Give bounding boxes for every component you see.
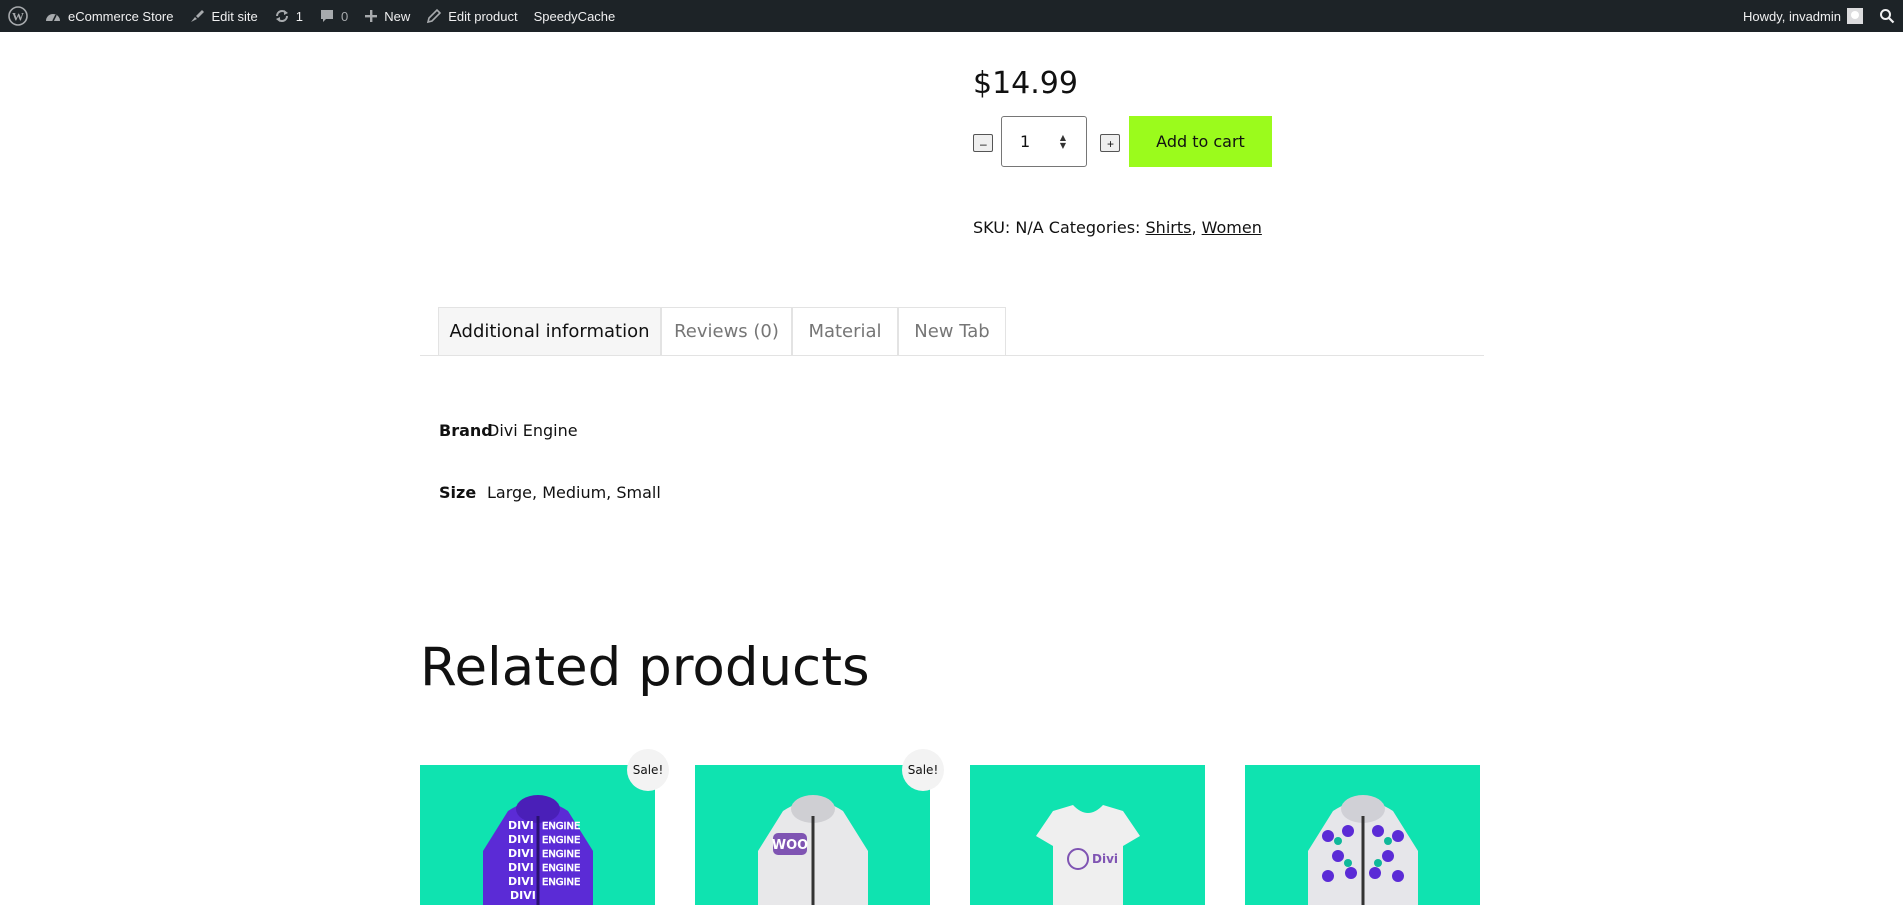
site-name: eCommerce Store bbox=[68, 8, 174, 24]
brush-icon bbox=[191, 10, 205, 22]
svg-text:ENGINE: ENGINE bbox=[542, 835, 580, 846]
attribute-value: Large, Medium, Small bbox=[487, 483, 661, 502]
category-separator: , bbox=[1191, 218, 1202, 237]
updates-icon bbox=[275, 10, 288, 22]
add-to-cart-button[interactable]: Add to cart bbox=[1129, 116, 1272, 167]
search-item[interactable] bbox=[1871, 0, 1903, 32]
product-tabs: Additional information Reviews (0) Mater… bbox=[420, 307, 1484, 356]
tab-additional-information[interactable]: Additional information bbox=[438, 307, 661, 355]
spinner-arrows-icon[interactable]: ▲ ▼ bbox=[1060, 134, 1066, 150]
attribute-value: Divi Engine bbox=[487, 421, 578, 440]
avatar bbox=[1847, 8, 1863, 24]
svg-text:ENGINE: ENGINE bbox=[542, 821, 580, 832]
comments-item[interactable]: 0 bbox=[311, 0, 356, 32]
attribute-name: Size bbox=[439, 483, 477, 502]
search-icon bbox=[1880, 9, 1895, 24]
sale-badge: Sale! bbox=[627, 749, 669, 791]
related-product-card[interactable]: Divi bbox=[970, 765, 1205, 905]
svg-text:ENGINE: ENGINE bbox=[542, 877, 580, 888]
plus-icon bbox=[365, 10, 378, 22]
category-link-women[interactable]: Women bbox=[1202, 218, 1262, 237]
tab-material[interactable]: Material bbox=[792, 307, 898, 355]
attribute-row-size: Size bbox=[439, 483, 476, 502]
svg-text:ENGINE: ENGINE bbox=[542, 849, 580, 860]
patterned-hoodie-image bbox=[1307, 795, 1418, 905]
sale-badge: Sale! bbox=[902, 749, 944, 791]
svg-text:ENGINE: ENGINE bbox=[542, 863, 580, 874]
admin-bar-right: Howdy, invadmin bbox=[1735, 0, 1903, 32]
product-price: $14.99 bbox=[973, 66, 1078, 101]
category-link-shirts[interactable]: Shirts bbox=[1146, 218, 1192, 237]
attribute-name: Brand bbox=[439, 421, 493, 440]
attribute-row-brand: Brand bbox=[439, 421, 493, 440]
edit-site-label: Edit site bbox=[211, 8, 258, 24]
updates-count: 1 bbox=[295, 8, 303, 24]
white-divi-tshirt-image: Divi bbox=[1035, 805, 1140, 905]
quantity-increase-button[interactable]: + bbox=[1100, 134, 1120, 152]
new-label: New bbox=[384, 8, 411, 24]
sku-categories-text: SKU: N/A Categories: bbox=[973, 218, 1146, 237]
svg-text:DIVI: DIVI bbox=[508, 847, 534, 860]
tab-new-tab[interactable]: New Tab bbox=[898, 307, 1006, 355]
updates-item[interactable]: 1 bbox=[266, 0, 311, 32]
pencil-icon bbox=[427, 8, 442, 24]
wordpress-logo-icon[interactable]: W bbox=[0, 0, 36, 32]
speedycache-item[interactable]: SpeedyCache bbox=[526, 0, 624, 32]
admin-bar: W eCommerce Store Edit site 1 0 New Edit… bbox=[0, 0, 1903, 32]
edit-product-label: Edit product bbox=[448, 8, 518, 24]
svg-text:W: W bbox=[12, 10, 24, 24]
comments-count: 0 bbox=[340, 8, 349, 24]
site-name-item[interactable]: eCommerce Store bbox=[36, 0, 181, 32]
new-content-item[interactable]: New bbox=[356, 0, 418, 32]
purple-hoodie-image: DIVIDIVIDIVIDIVIDIVIDIVI ENGINEENGINEENG… bbox=[482, 795, 593, 905]
related-product-card[interactable] bbox=[1245, 765, 1480, 905]
comment-icon bbox=[320, 10, 333, 22]
related-product-card[interactable]: WOO bbox=[695, 765, 930, 905]
svg-text:DIVI: DIVI bbox=[508, 861, 534, 874]
svg-text:DIVI: DIVI bbox=[508, 819, 534, 832]
related-product-card[interactable]: DIVI DIVI DIVI DIVI DIVI DIVI ENGINE ENGINE ENG… bbox=[420, 765, 655, 905]
admin-bar-left: W eCommerce Store Edit site 1 0 New Edit… bbox=[0, 0, 623, 32]
svg-text:DIVI: DIVI bbox=[508, 833, 534, 846]
speedycache-label: SpeedyCache bbox=[533, 8, 616, 24]
dashboard-icon bbox=[46, 14, 60, 22]
svg-text:WOO: WOO bbox=[771, 838, 807, 853]
svg-text:DIVI: DIVI bbox=[510, 889, 536, 902]
product-meta: SKU: N/A Categories: Shirts, Women bbox=[973, 218, 1262, 237]
edit-site-item[interactable]: Edit site bbox=[181, 0, 265, 32]
my-account-item[interactable]: Howdy, invadmin bbox=[1735, 0, 1871, 32]
tab-reviews[interactable]: Reviews (0) bbox=[661, 307, 792, 355]
edit-product-item[interactable]: Edit product bbox=[418, 0, 525, 32]
svg-text:Divi: Divi bbox=[1092, 852, 1118, 866]
howdy-label: Howdy, invadmin bbox=[1742, 8, 1841, 24]
white-woo-hoodie-image: WOO bbox=[757, 795, 868, 905]
svg-text:DIVI: DIVI bbox=[508, 875, 534, 888]
quantity-decrease-button[interactable]: – bbox=[973, 134, 993, 152]
quantity-input[interactable]: 1 ▲ ▼ bbox=[1001, 116, 1087, 167]
related-products-title: Related products bbox=[420, 637, 870, 698]
quantity-value: 1 bbox=[1020, 132, 1031, 151]
